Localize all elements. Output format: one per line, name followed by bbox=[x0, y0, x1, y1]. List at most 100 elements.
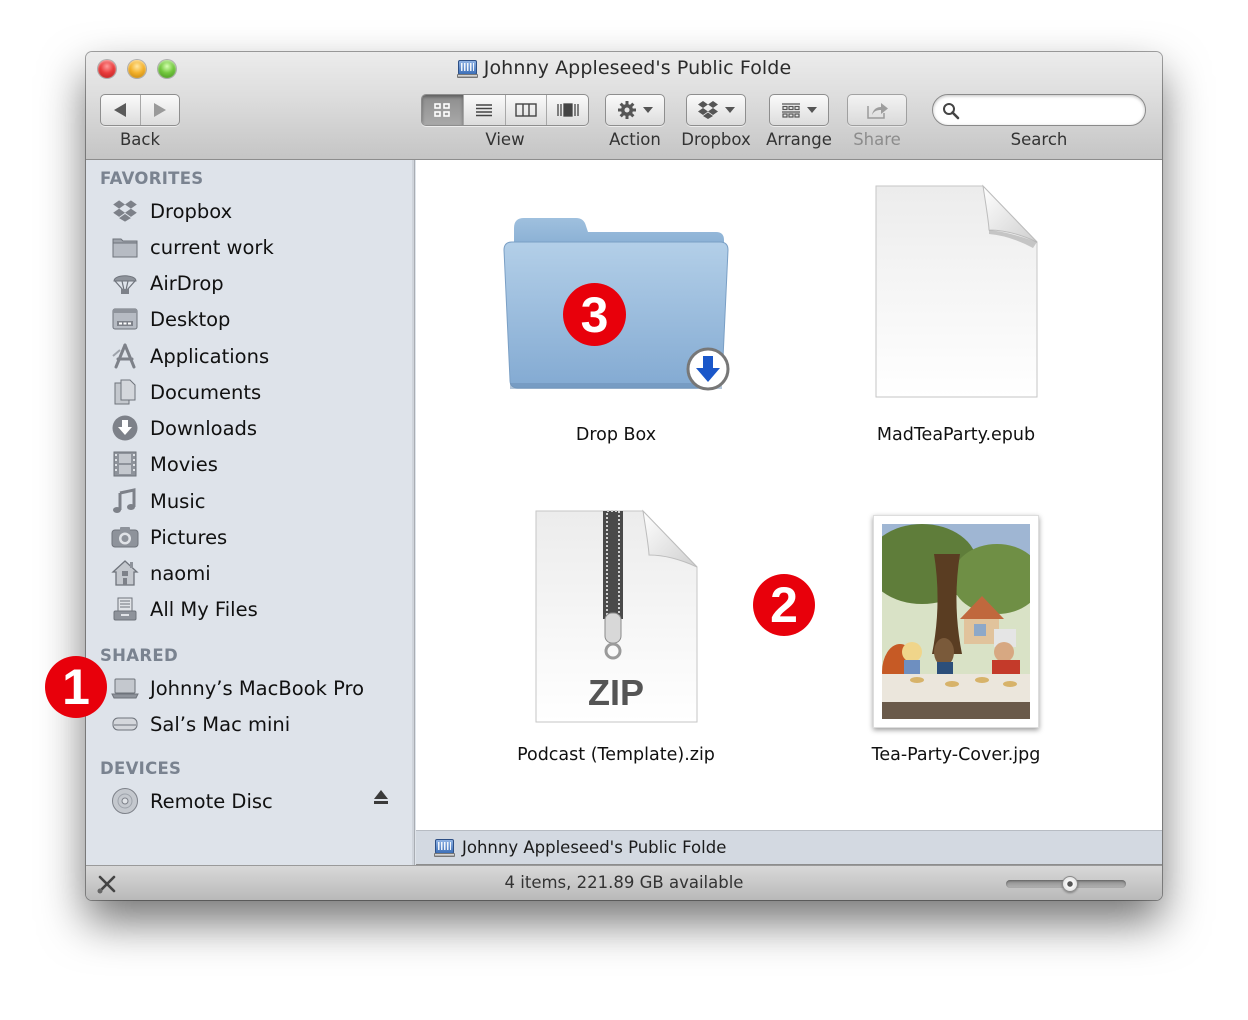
file-item-podcast-zip[interactable]: ZIP Podcast (Template).zip bbox=[486, 505, 746, 785]
action-button[interactable] bbox=[605, 94, 665, 126]
disc-icon bbox=[112, 788, 138, 814]
sidebar-header-devices: DEVICES bbox=[100, 759, 182, 778]
sidebar-item-label: Movies bbox=[150, 452, 218, 476]
view-mode-control bbox=[421, 94, 589, 126]
arrange-button[interactable] bbox=[769, 94, 829, 126]
sidebar-item-downloads[interactable]: Downloads bbox=[110, 412, 400, 444]
share-label: Share bbox=[853, 130, 901, 149]
sidebar: FAVORITES Dropbox current work AirDrop D… bbox=[86, 160, 415, 865]
sidebar-item-sals-mac-mini[interactable]: Sal’s Mac mini bbox=[110, 708, 400, 740]
sidebar-item-johnnys-macbook-pro[interactable]: Johnny’s MacBook Pro bbox=[110, 672, 400, 704]
document-icon bbox=[875, 184, 1038, 398]
file-name: Tea-Party-Cover.jpg bbox=[871, 745, 1041, 765]
home-icon bbox=[111, 560, 139, 586]
sidebar-item-label: Documents bbox=[150, 380, 262, 404]
shared-volume-icon bbox=[456, 59, 478, 78]
shared-volume-icon bbox=[434, 838, 455, 857]
sidebar-item-applications[interactable]: Applications bbox=[110, 340, 400, 372]
search-label: Search bbox=[1010, 130, 1068, 149]
sidebar-item-pictures[interactable]: Pictures bbox=[110, 521, 400, 553]
sidebar-item-label: Downloads bbox=[150, 416, 258, 440]
window-title-bar: Johnny Appleseed's Public Folde bbox=[86, 57, 1162, 81]
forward-button[interactable] bbox=[139, 95, 180, 125]
icon-view-button[interactable] bbox=[422, 95, 463, 125]
laptop-icon bbox=[111, 678, 139, 699]
action-label: Action bbox=[609, 130, 661, 149]
mac-mini-icon bbox=[112, 717, 138, 731]
svg-text:ZIP: ZIP bbox=[588, 672, 644, 713]
back-forward-control bbox=[100, 94, 180, 126]
tea-party-illustration bbox=[882, 524, 1030, 719]
sidebar-item-label: Applications bbox=[150, 344, 270, 368]
sidebar-item-airdrop[interactable]: AirDrop bbox=[110, 267, 400, 299]
back-arrow-icon bbox=[114, 103, 127, 117]
sidebar-item-label: Music bbox=[150, 489, 206, 513]
column-view-icon bbox=[515, 103, 537, 117]
cover-flow-view-button[interactable] bbox=[546, 95, 588, 125]
back-label: Back bbox=[119, 130, 161, 149]
list-view-icon bbox=[476, 104, 493, 117]
path-bar-item[interactable]: Johnny Appleseed's Public Folde bbox=[462, 838, 726, 857]
callout-badge-3: 3 bbox=[563, 283, 626, 346]
file-name: Podcast (Template).zip bbox=[517, 745, 715, 765]
applications-icon bbox=[112, 343, 136, 369]
forward-arrow-icon bbox=[153, 103, 166, 117]
sidebar-item-label: AirDrop bbox=[150, 271, 224, 295]
window-title: Johnny Appleseed's Public Folde bbox=[483, 57, 792, 79]
sidebar-item-label: All My Files bbox=[150, 597, 258, 621]
sidebar-item-remote-disc[interactable]: Remote Disc bbox=[110, 785, 400, 817]
file-name: Drop Box bbox=[575, 425, 657, 445]
dropbox-icon bbox=[698, 101, 718, 119]
slider-thumb[interactable] bbox=[1061, 876, 1078, 892]
file-name: MadTeaParty.epub bbox=[876, 425, 1036, 445]
movies-icon bbox=[113, 451, 137, 477]
icon-size-slider[interactable] bbox=[1006, 876, 1126, 892]
sidebar-item-dropbox[interactable]: Dropbox bbox=[110, 195, 400, 227]
file-item-drop-box[interactable]: 3 Drop Box bbox=[486, 200, 746, 460]
dropbox-icon bbox=[113, 200, 137, 222]
path-bar: Johnny Appleseed's Public Folde bbox=[416, 830, 1162, 865]
toolbar: Johnny Appleseed's Public Folde Back Vie… bbox=[86, 52, 1162, 160]
sidebar-item-home[interactable]: naomi bbox=[110, 557, 400, 589]
sidebar-item-label: current work bbox=[150, 235, 274, 259]
cover-flow-icon bbox=[556, 103, 579, 117]
icon-view-content: 3 Drop Box MadTeaParty.epub ZIP Podcast … bbox=[416, 160, 1162, 830]
dropdown-arrow-icon bbox=[725, 107, 735, 113]
status-bar: 4 items, 221.89 GB available bbox=[86, 865, 1162, 900]
music-icon bbox=[113, 488, 136, 513]
sidebar-item-music[interactable]: Music bbox=[110, 485, 400, 517]
sidebar-item-all-my-files[interactable]: All My Files bbox=[110, 593, 400, 625]
sidebar-item-label: naomi bbox=[150, 561, 211, 585]
column-view-button[interactable] bbox=[504, 95, 547, 125]
dropbox-toolbar-button[interactable] bbox=[686, 94, 746, 126]
finder-window: Johnny Appleseed's Public Folde Back Vie… bbox=[86, 52, 1162, 900]
sidebar-item-current-work[interactable]: current work bbox=[110, 231, 400, 263]
sidebar-header-shared: SHARED bbox=[100, 646, 178, 665]
sidebar-item-label: Johnny’s MacBook Pro bbox=[150, 676, 365, 700]
view-label: View bbox=[485, 130, 525, 149]
sidebar-item-label: Dropbox bbox=[150, 199, 233, 223]
sidebar-item-desktop[interactable]: Desktop bbox=[110, 303, 400, 335]
sidebar-item-documents[interactable]: Documents bbox=[110, 376, 400, 408]
sidebar-item-label: Desktop bbox=[150, 307, 231, 331]
share-button[interactable] bbox=[847, 94, 907, 126]
folder-icon bbox=[112, 238, 138, 258]
file-item-tea-party-cover[interactable]: Tea-Party-Cover.jpg bbox=[826, 505, 1086, 785]
sidebar-header-favorites: FAVORITES bbox=[100, 169, 204, 188]
search-input[interactable] bbox=[932, 94, 1146, 126]
download-arrow-badge-icon bbox=[686, 347, 730, 391]
arrange-label: Arrange bbox=[766, 130, 832, 149]
desktop-icon bbox=[112, 308, 138, 330]
dropdown-arrow-icon bbox=[807, 107, 817, 113]
sidebar-item-label: Remote Disc bbox=[150, 789, 273, 813]
zip-archive-icon: ZIP bbox=[535, 509, 698, 723]
list-view-button[interactable] bbox=[462, 95, 505, 125]
back-button[interactable] bbox=[101, 95, 140, 125]
icon-view-icon bbox=[434, 103, 451, 117]
all-my-files-icon bbox=[113, 597, 137, 621]
airdrop-icon bbox=[113, 275, 137, 294]
file-item-madteaparty-epub[interactable]: MadTeaParty.epub bbox=[826, 180, 1086, 460]
callout-badge-1: 1 bbox=[45, 656, 107, 718]
sidebar-item-movies[interactable]: Movies bbox=[110, 448, 400, 480]
image-thumbnail bbox=[873, 515, 1039, 728]
